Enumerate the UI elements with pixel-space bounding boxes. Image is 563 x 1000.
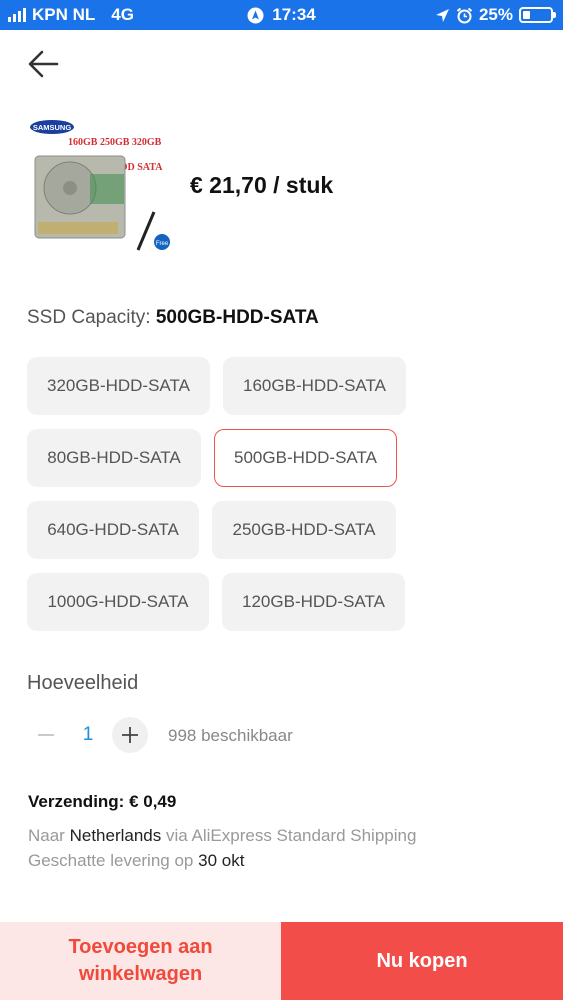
back-button[interactable] [26, 46, 62, 82]
location-arrow-icon [435, 8, 449, 22]
option-chip-80gb[interactable]: 80GB-HDD-SATA [27, 429, 201, 487]
add-to-cart-label: Toevoegen aan winkelwagen [68, 936, 213, 985]
minus-icon [38, 734, 54, 736]
option-selected-value: 500GB-HDD-SATA [155, 307, 319, 328]
quantity-available: 998 beschikbaar [168, 726, 293, 745]
shipping-destination-line: Naar Netherlands via AliExpress Standard… [28, 826, 416, 846]
option-chip-1000gb[interactable]: 1000G-HDD-SATA [27, 573, 209, 631]
option-chip-640gb[interactable]: 640G-HDD-SATA [27, 501, 199, 559]
quantity-value[interactable]: 1 [70, 724, 106, 746]
option-chip-120gb[interactable]: 120GB-HDD-SATA [222, 573, 405, 631]
shipping-to-prefix: Naar [28, 826, 65, 845]
quantity-decrease-button[interactable] [28, 717, 64, 753]
alarm-icon [456, 7, 473, 23]
status-right: 25% [435, 5, 556, 25]
add-to-cart-button[interactable]: Toevoegen aan winkelwagen [0, 922, 281, 1000]
delivery-day: 30 [198, 851, 218, 870]
arrow-left-icon [28, 50, 59, 78]
shipping-method: via AliExpress Standard Shipping [166, 826, 417, 845]
battery-percent: 25% [478, 5, 513, 24]
status-bar: KPN NL 4G 17:34 25% [0, 0, 563, 30]
option-label: SSD Capacity: [27, 307, 151, 328]
quantity-label: Hoeveelheid [27, 672, 139, 694]
free-badge-text: Free [156, 241, 169, 247]
quantity-increase-button[interactable] [112, 717, 148, 753]
option-chip-500gb[interactable]: 500GB-HDD-SATA [214, 429, 397, 487]
location-icon [247, 7, 264, 23]
delivery-prefix: Geschatte levering op [28, 851, 194, 870]
shipping-country[interactable]: Netherlands [70, 826, 162, 845]
product-image[interactable]: SAMSUNG 160GB 250GB 320GB 2.5HDD SATA Fr… [30, 118, 178, 258]
shipping-delivery-line: Geschatte levering op 30 okt [28, 851, 244, 871]
buy-now-label: Nu kopen [376, 949, 468, 972]
option-chip-160gb[interactable]: 160GB-HDD-SATA [223, 357, 406, 415]
option-chip-250gb[interactable]: 250GB-HDD-SATA [212, 501, 396, 559]
clock-time: 17:34 [272, 5, 316, 24]
option-chip-320gb[interactable]: 320GB-HDD-SATA [27, 357, 210, 415]
brand-logo-text: SAMSUNG [33, 123, 72, 132]
plus-icon [122, 727, 138, 743]
product-price: € 21,70 / stuk [190, 172, 334, 198]
delivery-month: okt [221, 851, 245, 870]
battery-icon [519, 7, 556, 23]
buy-now-button[interactable]: Nu kopen [281, 922, 563, 1000]
shipping-title: Verzending: € 0,49 [28, 792, 177, 811]
image-sizes-text: 160GB 250GB 320GB [68, 137, 162, 148]
option-label-row: SSD Capacity: 500GB-HDD-SATA [27, 307, 319, 329]
